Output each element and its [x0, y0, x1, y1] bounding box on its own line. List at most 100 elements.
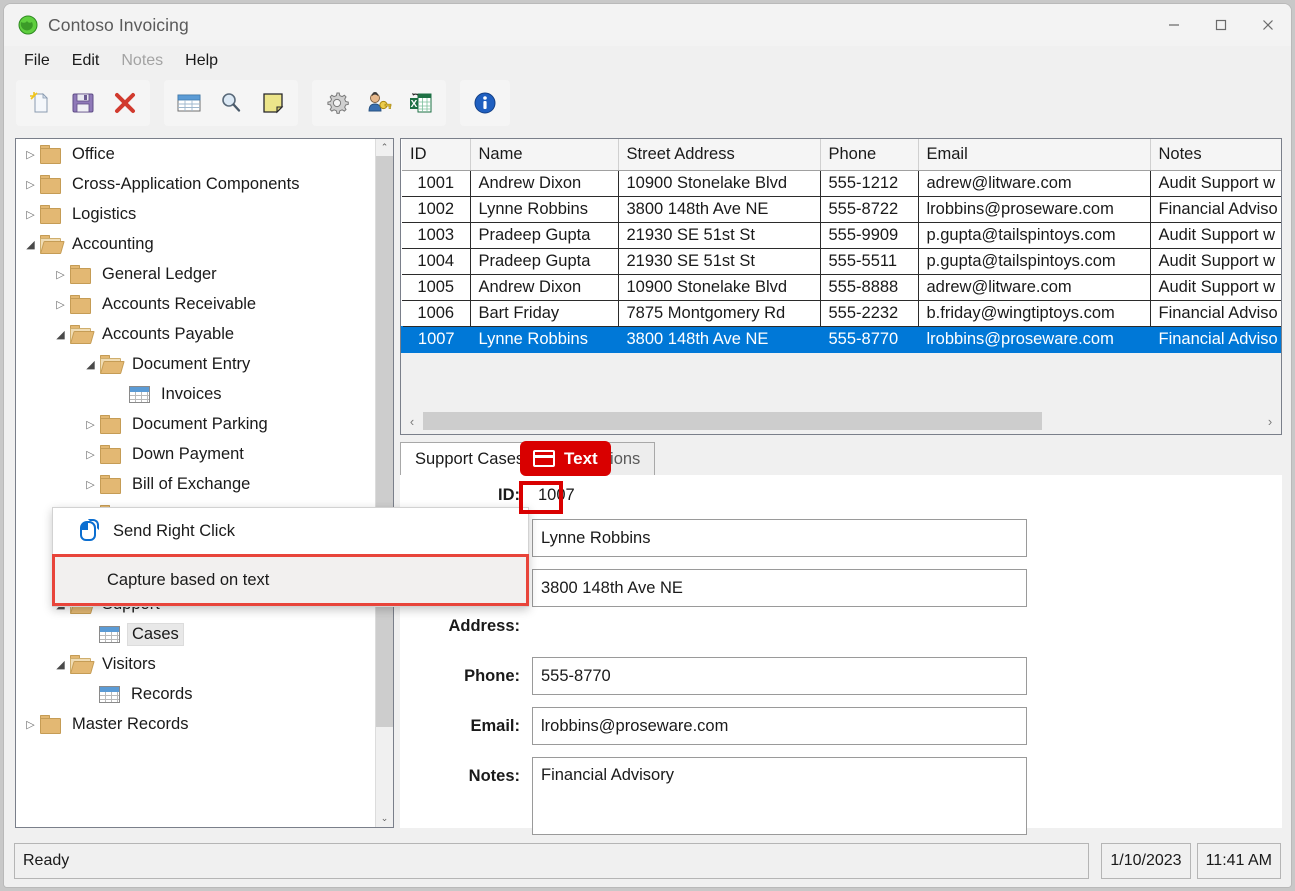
table-row[interactable]: 1005 Andrew Dixon 10900 Stonelake Blvd 555-… — [402, 273, 1281, 301]
tree-vertical-scrollbar[interactable]: ⌃ ⌄ — [375, 139, 393, 827]
cell-notes[interactable]: Financial Adviso — [1150, 195, 1281, 223]
chevron-right-icon[interactable]: ▷ — [22, 178, 39, 191]
cell-address[interactable]: 21930 SE 51st St — [618, 221, 821, 249]
cell-email[interactable]: lrobbins@proseware.com — [918, 325, 1151, 353]
context-menu-item-capture-based-on-text[interactable]: Capture based on text — [52, 554, 529, 606]
delete-button[interactable] — [104, 83, 146, 123]
cell-id[interactable]: 1004 — [402, 247, 471, 275]
tree-item-records[interactable]: Records — [16, 679, 378, 709]
info-button[interactable] — [464, 83, 506, 123]
permissions-button[interactable] — [358, 83, 400, 123]
tree-item-logistics[interactable]: ▷ Logistics — [16, 199, 378, 229]
tree-item-document-entry[interactable]: ◢ Document Entry — [16, 349, 378, 379]
tree-item-master-records[interactable]: ▷ Master Records — [16, 709, 378, 739]
cell-notes[interactable]: Financial Adviso — [1150, 325, 1281, 353]
notes-button[interactable] — [252, 83, 294, 123]
cell-address[interactable]: 3800 148th Ave NE — [618, 325, 821, 353]
tree-item-invoices[interactable]: Invoices — [16, 379, 378, 409]
table-row[interactable]: 1002 Lynne Robbins 3800 148th Ave NE 555-87… — [402, 195, 1281, 223]
column-header-name[interactable]: Name — [470, 139, 619, 171]
cell-email[interactable]: p.gupta@tailspintoys.com — [918, 221, 1151, 249]
grid-scroll-right-button[interactable]: › — [1259, 414, 1281, 429]
new-document-button[interactable] — [20, 83, 62, 123]
chevron-right-icon[interactable]: ▷ — [22, 208, 39, 221]
maximize-button[interactable] — [1197, 4, 1244, 46]
cell-phone[interactable]: 555-8722 — [820, 195, 919, 223]
cell-email[interactable]: adrew@litware.com — [918, 169, 1151, 197]
tree-item-accounts-payable[interactable]: ◢ Accounts Payable — [16, 319, 378, 349]
cell-phone[interactable]: 555-1212 — [820, 169, 919, 197]
tree-item-accounting[interactable]: ◢ Accounting — [16, 229, 378, 259]
cell-email[interactable]: b.friday@wingtiptoys.com — [918, 299, 1151, 327]
cell-phone[interactable]: 555-8888 — [820, 273, 919, 301]
tree-item-accounts-receivable[interactable]: ▷ Accounts Receivable — [16, 289, 378, 319]
cell-address[interactable]: 10900 Stonelake Blvd — [618, 273, 821, 301]
chevron-right-icon[interactable]: ▷ — [22, 718, 39, 731]
chevron-right-icon[interactable]: ▷ — [82, 478, 99, 491]
cell-phone[interactable]: 555-2232 — [820, 299, 919, 327]
column-header-email[interactable]: Email — [918, 139, 1151, 171]
chevron-right-icon[interactable]: ▷ — [82, 418, 99, 431]
tree-item-bill-of-exchange[interactable]: ▷ Bill of Exchange — [16, 469, 378, 499]
tab-support-cases[interactable]: Support Cases — [400, 442, 540, 476]
cell-name[interactable]: Bart Friday — [470, 299, 619, 327]
column-header-phone[interactable]: Phone — [820, 139, 919, 171]
close-button[interactable] — [1244, 4, 1291, 46]
tree-scrollbar-thumb[interactable] — [376, 156, 393, 727]
cell-name[interactable]: Lynne Robbins — [470, 195, 619, 223]
chevron-right-icon[interactable]: ▷ — [52, 268, 69, 281]
cell-id[interactable]: 1007 — [401, 325, 471, 353]
cell-id[interactable]: 1003 — [402, 221, 471, 249]
grid-scroll-track[interactable] — [423, 412, 1259, 430]
cell-id[interactable]: 1002 — [402, 195, 471, 223]
chevron-down-icon[interactable]: ◢ — [52, 328, 69, 341]
cell-phone[interactable]: 555-5511 — [820, 247, 919, 275]
cell-id[interactable]: 1006 — [402, 299, 471, 327]
cell-name[interactable]: Pradeep Gupta — [470, 221, 619, 249]
chevron-down-icon[interactable]: ◢ — [52, 658, 69, 671]
table-row[interactable]: 1004 Pradeep Gupta 21930 SE 51st St 555-551… — [402, 247, 1281, 275]
column-header-address[interactable]: Street Address — [618, 139, 821, 171]
cell-notes[interactable]: Audit Support w — [1150, 169, 1281, 197]
cell-notes[interactable]: Audit Support w — [1150, 273, 1281, 301]
email-field[interactable]: lrobbins@proseware.com — [532, 707, 1027, 745]
minimize-button[interactable] — [1150, 4, 1197, 46]
cell-address[interactable]: 10900 Stonelake Blvd — [618, 169, 821, 197]
table-row[interactable]: 1003 Pradeep Gupta 21930 SE 51st St 555-990… — [402, 221, 1281, 249]
cell-address[interactable]: 21930 SE 51st St — [618, 247, 821, 275]
chevron-right-icon[interactable]: ▷ — [22, 148, 39, 161]
tree-item-general-ledger[interactable]: ▷ General Ledger — [16, 259, 378, 289]
cell-phone[interactable]: 555-9909 — [820, 221, 919, 249]
grid-scrollbar-thumb[interactable] — [423, 412, 1042, 430]
tree-item-office[interactable]: ▷ Office — [16, 139, 378, 169]
settings-button[interactable] — [316, 83, 358, 123]
table-row[interactable]: 1007 Lynne Robbins 3800 148th Ave NE 555-87… — [401, 325, 1281, 353]
tree-scroll-down-button[interactable]: ⌄ — [376, 810, 393, 827]
tree-item-document-parking[interactable]: ▷ Document Parking — [16, 409, 378, 439]
tree-scroll-up-button[interactable]: ⌃ — [376, 139, 393, 156]
save-button[interactable] — [62, 83, 104, 123]
cell-name[interactable]: Pradeep Gupta — [470, 247, 619, 275]
phone-field[interactable]: 555-8770 — [532, 657, 1027, 695]
tree-item-visitors[interactable]: ◢ Visitors — [16, 649, 378, 679]
export-excel-button[interactable]: X — [400, 83, 442, 123]
name-field[interactable]: Lynne Robbins — [532, 519, 1027, 557]
cell-name[interactable]: Andrew Dixon — [470, 169, 619, 197]
id-field[interactable]: 1007 — [532, 483, 1027, 507]
chevron-right-icon[interactable]: ▷ — [52, 298, 69, 311]
table-row[interactable]: 1006 Bart Friday 7875 Montgomery Rd 555-223… — [402, 299, 1281, 327]
cell-email[interactable]: adrew@litware.com — [918, 273, 1151, 301]
cell-phone[interactable]: 555-8770 — [820, 325, 919, 353]
address-field[interactable]: 3800 148th Ave NE — [532, 569, 1027, 607]
chevron-down-icon[interactable]: ◢ — [82, 358, 99, 371]
tree-item-cross-application-components[interactable]: ▷ Cross-Application Components — [16, 169, 378, 199]
notes-field[interactable]: Financial Advisory — [532, 757, 1027, 835]
chevron-down-icon[interactable]: ◢ — [22, 238, 39, 251]
cell-notes[interactable]: Audit Support w — [1150, 247, 1281, 275]
cell-id[interactable]: 1001 — [402, 169, 471, 197]
cell-email[interactable]: lrobbins@proseware.com — [918, 195, 1151, 223]
chevron-right-icon[interactable]: ▷ — [82, 448, 99, 461]
cell-name[interactable]: Andrew Dixon — [470, 273, 619, 301]
grid-horizontal-scrollbar[interactable]: ‹ › — [401, 408, 1281, 434]
table-row[interactable]: 1001 Andrew Dixon 10900 Stonelake Blvd 555-… — [402, 169, 1281, 197]
